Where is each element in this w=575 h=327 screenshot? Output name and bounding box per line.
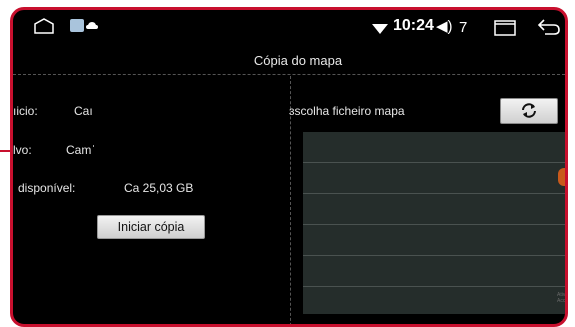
volume-level: 7 [459, 19, 468, 36]
settings-app-icon [70, 19, 84, 32]
list-item[interactable] [303, 225, 565, 256]
start-value: Caı [74, 104, 93, 118]
target-value: Camˈ [66, 143, 96, 157]
available-label: disponível: [18, 181, 76, 195]
available-value: Ca 25,03 GB [124, 181, 194, 195]
start-label: ıicio: [13, 104, 38, 118]
choose-map-file-label: ɜscolha ficheiro mapa [289, 104, 405, 118]
clock: 10:24 [393, 17, 434, 34]
page-title: Cópia do mapa [253, 53, 343, 68]
cloud-icon [86, 22, 98, 29]
start-copy-button[interactable]: Iniciar cópia [97, 215, 205, 239]
list-item[interactable] [303, 256, 565, 287]
wifi-icon [372, 24, 388, 34]
map-file-list[interactable] [303, 132, 565, 317]
target-label: lvo: [13, 143, 32, 157]
refresh-button[interactable] [500, 98, 558, 124]
refresh-icon [522, 103, 536, 118]
recent-apps-icon[interactable] [493, 20, 517, 36]
volume-icon[interactable]: ◀) [436, 17, 453, 35]
list-item[interactable] [303, 132, 565, 163]
list-item[interactable] [303, 194, 565, 225]
title-bar: Cópia do mapa [13, 46, 565, 75]
list-item[interactable] [303, 287, 565, 317]
home-icon[interactable] [33, 18, 55, 34]
side-handle[interactable] [558, 168, 565, 186]
back-icon[interactable] [537, 18, 561, 36]
list-item[interactable] [303, 163, 565, 194]
status-bar: 10:24 ◀) 7 [13, 10, 565, 44]
watermark: Ativa Acce [557, 292, 568, 304]
head-unit-screen: 10:24 ◀) 7 Cópia do mapa ıicio: Caı lvo:… [10, 7, 568, 327]
